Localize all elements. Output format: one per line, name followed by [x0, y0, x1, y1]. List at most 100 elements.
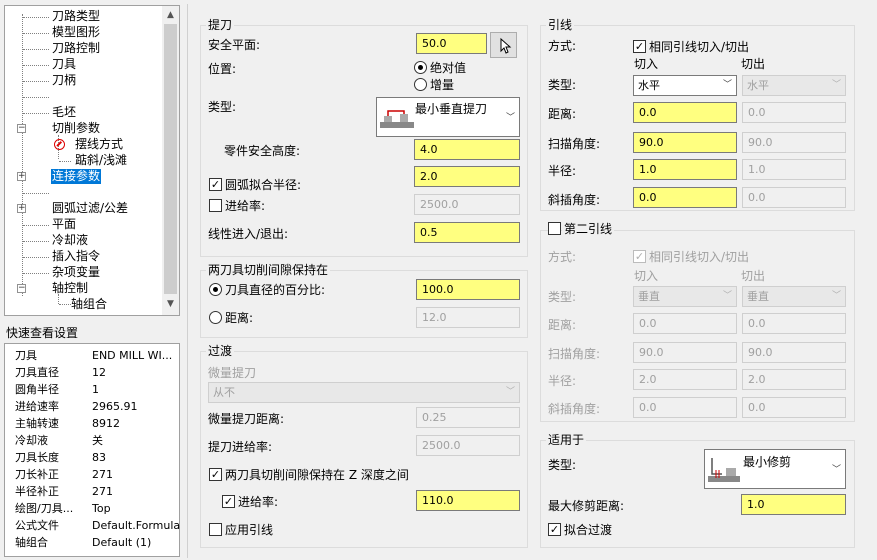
- tree-item-coolant[interactable]: 冷却液: [52, 233, 88, 248]
- lead2-same-checkbox[interactable]: ✓: [633, 250, 646, 263]
- quick-view-panel: 刀具 END MILL WI... 刀具直径 12 圆角半径 1 进给速率 2965.9…: [4, 343, 180, 557]
- retract-type-value: 最小垂直提刀: [415, 102, 488, 116]
- lead2-radius-label: 半径:: [548, 374, 577, 388]
- percent-label: 刀具直径的百分比:: [225, 283, 326, 297]
- safe-plane-input[interactable]: 50.0: [416, 33, 487, 54]
- linear-input[interactable]: 0.5: [414, 222, 520, 243]
- tree-item-axis-combination[interactable]: 轴组合: [71, 297, 107, 312]
- collapse-icon[interactable]: −: [17, 284, 26, 293]
- lead2-ramp-out[interactable]: 0.0: [742, 397, 846, 418]
- fit-transition-checkbox[interactable]: ✓: [548, 523, 561, 536]
- apply-group-title: 适用于: [546, 433, 587, 447]
- incremental-radio[interactable]: [414, 78, 427, 91]
- lead2-radius-in[interactable]: 2.0: [633, 369, 737, 390]
- max-trim-input[interactable]: 1.0: [741, 494, 846, 515]
- arc-fit-input[interactable]: 2.0: [414, 166, 520, 187]
- retract-group-title: 提刀: [206, 18, 235, 32]
- feed-input[interactable]: 2500.0: [414, 194, 520, 215]
- tree-item-model-geometry[interactable]: 模型图形: [52, 25, 100, 40]
- lead2-radius-out[interactable]: 2.0: [742, 369, 846, 390]
- tree-item-stock[interactable]: 毛坯: [52, 105, 76, 120]
- chevron-down-icon: ﹀: [831, 80, 841, 90]
- tree-item-toolpath-control[interactable]: 刀路控制: [52, 41, 100, 56]
- lead-distance-in[interactable]: 0.0: [633, 102, 737, 123]
- tree-item-holder[interactable]: 刀柄: [52, 73, 76, 88]
- tree-item-tool[interactable]: 刀具: [52, 57, 76, 72]
- lead2-type-out-value: 垂直: [747, 290, 769, 303]
- parameter-tree[interactable]: − + + − 刀路类型 模型图形 刀路控制 刀具 刀柄 毛坯 切削参数 摆线方…: [4, 5, 180, 316]
- distance-radio[interactable]: [209, 311, 222, 324]
- collapse-icon[interactable]: −: [17, 124, 26, 133]
- tree-item-canned-text[interactable]: 插入指令: [52, 249, 100, 264]
- lead2-type-in-combo[interactable]: 垂直 ﹀: [633, 286, 737, 307]
- part-safe-height-input[interactable]: 4.0: [414, 139, 520, 160]
- tree-item-linking[interactable]: 连接参数: [51, 169, 102, 184]
- apply-lead-checkbox[interactable]: [209, 523, 222, 536]
- tree-item-cut-params[interactable]: 切削参数: [52, 121, 100, 136]
- lead-same-checkbox[interactable]: ✓: [633, 40, 646, 53]
- lead2-checkbox[interactable]: [548, 222, 561, 235]
- chevron-down-icon: ﹀: [722, 80, 732, 90]
- qv-value: END MILL WI...: [92, 349, 173, 362]
- scroll-up-icon[interactable]: ▲: [167, 10, 174, 20]
- expand-icon[interactable]: +: [17, 204, 26, 213]
- lead-distance-label: 距离:: [548, 107, 577, 121]
- lead2-sweep-out[interactable]: 90.0: [742, 342, 846, 363]
- qv-key: 轴组合: [15, 536, 48, 549]
- lead-sweep-out[interactable]: 90.0: [742, 132, 846, 153]
- percent-radio[interactable]: [209, 283, 222, 296]
- lead-distance-out[interactable]: 0.0: [742, 102, 846, 123]
- lead2-type-out-combo[interactable]: 垂直 ﹀: [742, 286, 846, 307]
- qv-key: 冷却液: [15, 434, 48, 447]
- expand-icon[interactable]: +: [17, 172, 26, 181]
- lead2-distance-in[interactable]: 0.0: [633, 313, 737, 334]
- retract-type-label: 类型:: [208, 100, 237, 114]
- retract-feed-input[interactable]: 2500.0: [416, 435, 520, 456]
- chevron-down-icon: ﹀: [831, 291, 841, 301]
- tree-item-steep-shallow[interactable]: 踮斜/浅滩: [75, 153, 127, 168]
- lead-radius-out[interactable]: 1.0: [742, 159, 846, 180]
- gap-group-title: 两刀具切削间隙保持在: [206, 263, 331, 277]
- feed2-input[interactable]: 110.0: [416, 490, 520, 511]
- lead2-out-header: 切出: [741, 269, 766, 283]
- tree-item-trochoidal[interactable]: 摆线方式: [75, 137, 123, 152]
- tree-item-toolpath-type[interactable]: 刀路类型: [52, 9, 100, 24]
- lead2-sweep-in[interactable]: 90.0: [633, 342, 737, 363]
- feed2-checkbox[interactable]: ✓: [222, 495, 235, 508]
- micro-retract-combo[interactable]: 从不 ﹀: [208, 382, 520, 403]
- lead-radius-in[interactable]: 1.0: [633, 159, 737, 180]
- qv-key: 刀具直径: [15, 366, 59, 379]
- micro-retract-label: 微量提刀: [208, 366, 257, 380]
- micro-dist-input[interactable]: 0.25: [416, 407, 520, 428]
- percent-input[interactable]: 100.0: [416, 279, 520, 300]
- select-point-button[interactable]: [490, 32, 517, 58]
- lead-type-in-combo[interactable]: 水平 ﹀: [633, 75, 737, 96]
- scroll-down-icon[interactable]: ▼: [167, 299, 174, 309]
- lead-ramp-label: 斜插角度:: [548, 193, 601, 207]
- retract-type-combo[interactable]: 最小垂直提刀 ﹀: [376, 97, 520, 137]
- lead-ramp-out[interactable]: 0.0: [742, 187, 846, 208]
- micro-dist-label: 微量提刀距离:: [208, 412, 285, 426]
- tree-scroll-thumb[interactable]: [164, 24, 177, 294]
- lead2-group-title: 第二引线: [562, 222, 615, 236]
- feed-checkbox[interactable]: [209, 199, 222, 212]
- tree-item-planes[interactable]: 平面: [52, 217, 76, 232]
- keep-gap-checkbox[interactable]: ✓: [209, 468, 222, 481]
- lead2-distance-out[interactable]: 0.0: [742, 313, 846, 334]
- lead-type-out-combo[interactable]: 水平 ﹀: [742, 75, 846, 96]
- tree-item-misc-values[interactable]: 杂项变量: [52, 265, 100, 280]
- tree-item-arc-filter[interactable]: 圆弧过滤/公差: [52, 201, 128, 216]
- apply-type-combo[interactable]: 最小修剪 ﹀: [704, 449, 846, 489]
- qv-value: 关: [92, 434, 103, 447]
- absolute-radio[interactable]: [414, 61, 427, 74]
- gap-distance-input[interactable]: 12.0: [416, 307, 520, 328]
- lead2-ramp-in[interactable]: 0.0: [633, 397, 737, 418]
- lead-type-in-value: 水平: [638, 79, 660, 92]
- lead-ramp-in[interactable]: 0.0: [633, 187, 737, 208]
- lead-sweep-in[interactable]: 90.0: [633, 132, 737, 153]
- min-vertical-retract-icon: [380, 110, 414, 128]
- fit-transition-label: 拟合过渡: [564, 523, 613, 537]
- qv-key: 绘图/刀具...: [15, 502, 74, 515]
- arc-fit-checkbox[interactable]: ✓: [209, 178, 222, 191]
- tree-item-axis-control[interactable]: 轴控制: [52, 281, 88, 296]
